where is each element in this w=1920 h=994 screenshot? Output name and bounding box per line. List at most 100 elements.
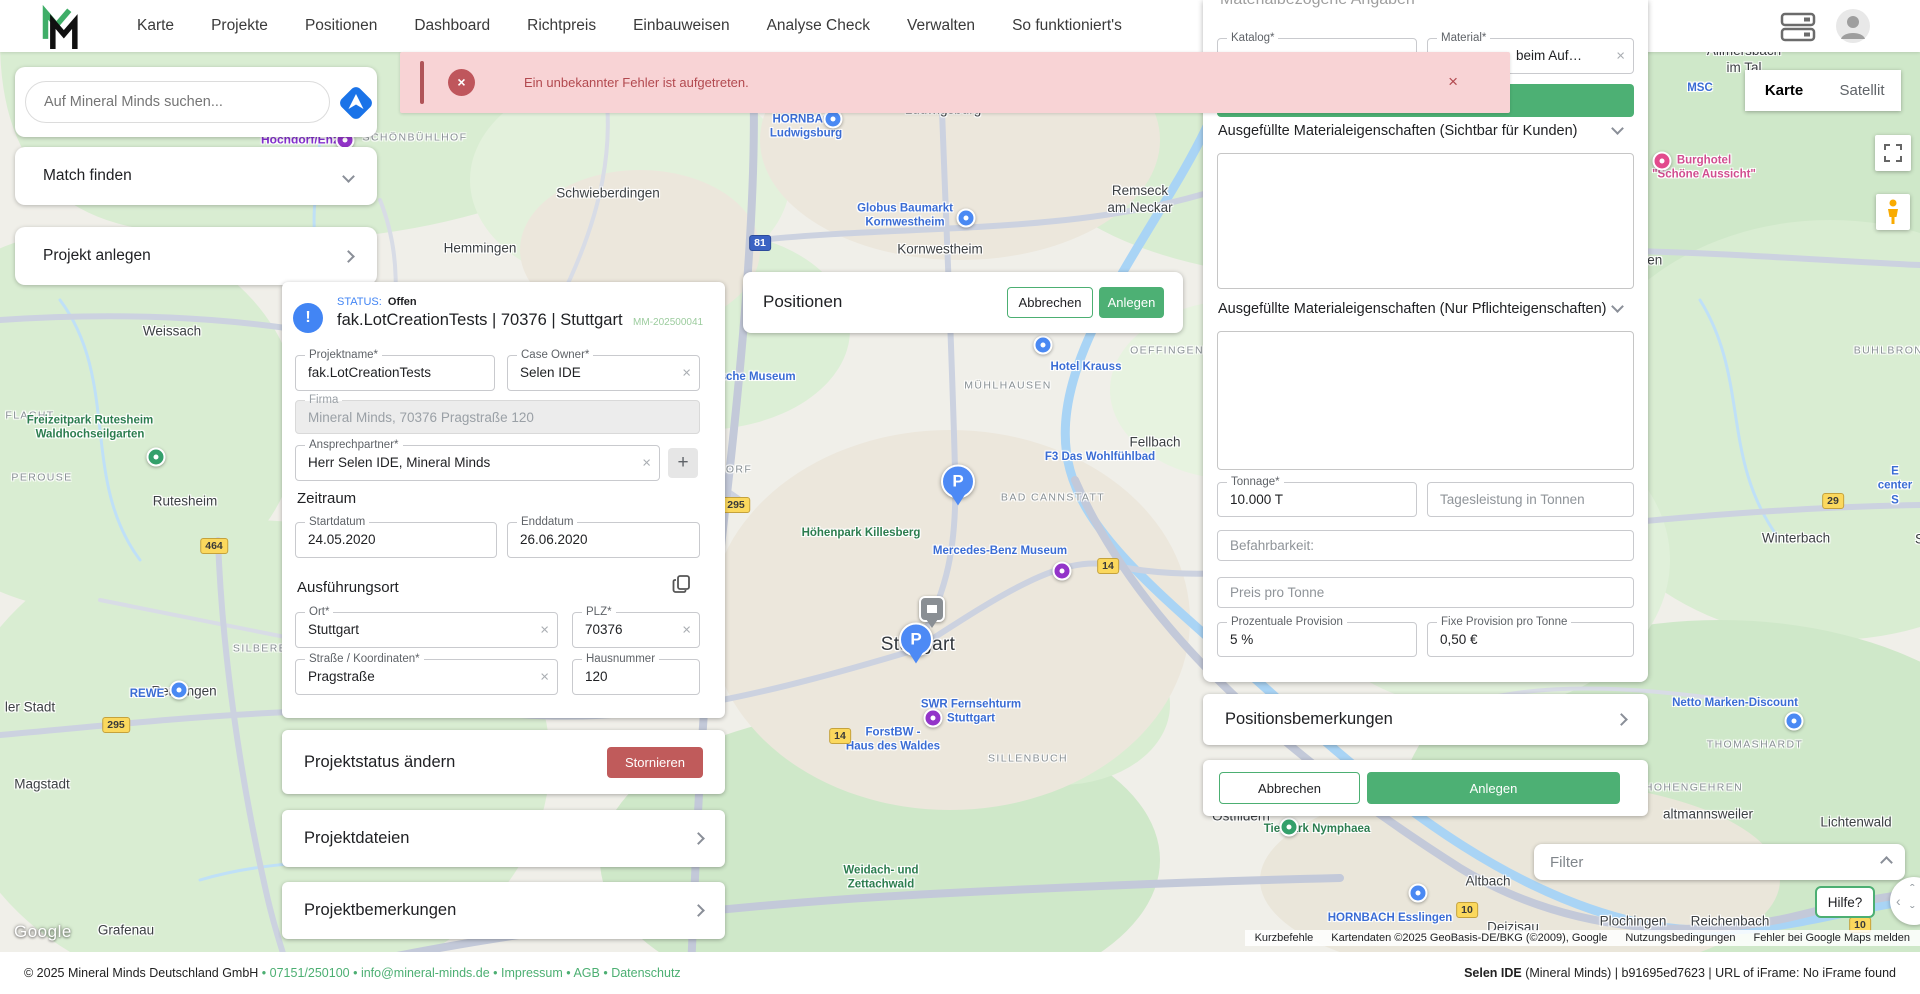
- projektstatus-label: Projektstatus ändern: [304, 753, 455, 772]
- nav-item-analyse-check[interactable]: Analyse Check: [767, 17, 870, 35]
- poi-marker[interactable]: [1280, 818, 1299, 837]
- poi-marker[interactable]: [170, 681, 189, 700]
- strasse-label: Straße / Koordinaten*: [305, 653, 424, 666]
- case-owner-field[interactable]: Case Owner* Selen IDE ×: [507, 355, 700, 391]
- footer-link[interactable]: •: [350, 966, 361, 980]
- footer-link[interactable]: •: [563, 966, 574, 980]
- ort-field[interactable]: Ort* Stuttgart ×: [295, 612, 558, 648]
- positionen-abbrechen-button[interactable]: Abbrechen: [1007, 287, 1093, 318]
- footer-link[interactable]: info@mineral-minds.de: [361, 966, 490, 980]
- search-input[interactable]: [25, 81, 330, 123]
- chevron-right-icon: [692, 832, 705, 845]
- clear-icon[interactable]: ×: [540, 622, 549, 639]
- nav-item-karte[interactable]: Karte: [137, 17, 174, 35]
- sichtbar-eigenschaften-box[interactable]: [1217, 153, 1634, 289]
- nav-item-einbauweisen[interactable]: Einbauweisen: [633, 17, 730, 35]
- poi-marker[interactable]: [1653, 152, 1672, 171]
- pegman-button[interactable]: [1876, 194, 1910, 230]
- poi-marker[interactable]: [1785, 712, 1804, 731]
- mineral-minds-logo-icon[interactable]: [40, 5, 84, 49]
- poi-marker[interactable]: [1409, 884, 1428, 903]
- navigate-diamond-icon[interactable]: [335, 82, 377, 124]
- material-abbrechen-button[interactable]: Abbrechen: [1219, 772, 1360, 804]
- firma-field: Firma Mineral Minds, 70376 Pragstraße 12…: [295, 400, 700, 434]
- pan-left-icon: ‹: [1896, 893, 1901, 909]
- chevron-right-icon: [342, 250, 355, 263]
- footer-link[interactable]: AGB: [573, 966, 599, 980]
- fullscreen-button[interactable]: [1875, 135, 1911, 171]
- map-type-karte[interactable]: Karte: [1745, 70, 1823, 111]
- projekt-anlegen-card[interactable]: Projekt anlegen: [15, 227, 377, 285]
- filter-input[interactable]: [1550, 854, 1882, 871]
- footer-link[interactable]: Impressum: [501, 966, 563, 980]
- poi-marker[interactable]: [1053, 562, 1072, 581]
- fixe-provision-field[interactable]: Fixe Provision pro Tonne 0,50 €: [1427, 622, 1634, 657]
- clear-icon[interactable]: ×: [682, 365, 691, 382]
- nav-item-projekte[interactable]: Projekte: [211, 17, 268, 35]
- projektname-field[interactable]: Projektname* fak.LotCreationTests: [295, 355, 495, 391]
- projektbemerkungen-card[interactable]: Projektbemerkungen: [282, 882, 725, 939]
- poi-marker[interactable]: [1034, 336, 1053, 355]
- error-close-icon[interactable]: ×: [1448, 72, 1458, 92]
- add-contact-button[interactable]: +: [668, 448, 698, 478]
- footer-link[interactable]: •: [258, 966, 269, 980]
- prozentuale-provision-field[interactable]: Prozentuale Provision 5 %: [1217, 622, 1417, 657]
- material-anlegen-button[interactable]: Anlegen: [1367, 772, 1620, 804]
- footer-link[interactable]: •: [490, 966, 501, 980]
- google-logo[interactable]: Google: [14, 922, 72, 942]
- clear-icon[interactable]: ×: [540, 669, 549, 686]
- startdatum-field[interactable]: Startdatum 24.05.2020: [295, 522, 497, 558]
- hilfe-button[interactable]: Hilfe?: [1815, 886, 1875, 918]
- map-type-satellit[interactable]: Satellit: [1823, 70, 1901, 111]
- nav-item-so-funktioniert-s[interactable]: So funktioniert's: [1012, 17, 1122, 35]
- hausnummer-field[interactable]: Hausnummer 120: [572, 659, 700, 695]
- project-id: MM-202500041: [633, 317, 703, 328]
- poi-marker[interactable]: [147, 448, 166, 467]
- clear-icon[interactable]: ×: [682, 622, 691, 639]
- poi-marker[interactable]: [957, 209, 976, 228]
- parking-pin[interactable]: P: [899, 623, 933, 664]
- clear-icon[interactable]: ×: [1616, 48, 1625, 65]
- enddatum-field[interactable]: Enddatum 26.06.2020: [507, 522, 700, 558]
- positionen-anlegen-button[interactable]: Anlegen: [1099, 287, 1164, 318]
- befahrbarkeit-field[interactable]: Befahrbarkeit:: [1217, 530, 1634, 561]
- chevron-down-icon[interactable]: [1611, 122, 1624, 135]
- tagesleistung-placeholder: Tagesleistung in Tonnen: [1428, 483, 1633, 517]
- attribution-link[interactable]: Kurzbefehle: [1255, 932, 1314, 944]
- nav-item-positionen[interactable]: Positionen: [305, 17, 377, 35]
- status-label: STATUS:: [337, 296, 382, 308]
- clear-icon[interactable]: ×: [642, 455, 651, 472]
- parking-pin[interactable]: P: [941, 465, 975, 506]
- projektdateien-card[interactable]: Projektdateien: [282, 810, 725, 867]
- ort-label: Ort*: [305, 606, 333, 619]
- card-reader-icon[interactable]: [1780, 12, 1816, 42]
- footer-link[interactable]: 07151/250100: [270, 966, 350, 980]
- positionsbemerkungen-card[interactable]: Positionsbemerkungen: [1203, 694, 1648, 745]
- tagesleistung-field[interactable]: Tagesleistung in Tonnen: [1427, 482, 1634, 517]
- projektdateien-label: Projektdateien: [304, 829, 410, 848]
- chevron-down-icon[interactable]: [1611, 300, 1624, 313]
- material-panel-heading: Materialbezogene Angaben: [1220, 0, 1415, 9]
- poi-marker[interactable]: [924, 709, 943, 728]
- plz-field[interactable]: PLZ* 70376 ×: [572, 612, 700, 648]
- ansprechpartner-field[interactable]: Ansprechpartner* Herr Selen IDE, Mineral…: [295, 445, 660, 481]
- user-avatar-icon[interactable]: [1836, 9, 1870, 43]
- chevron-up-icon[interactable]: [1880, 856, 1893, 869]
- match-finden-card[interactable]: Match finden: [15, 147, 377, 205]
- footer-link[interactable]: Datenschutz: [611, 966, 680, 980]
- preis-pro-tonne-field[interactable]: Preis pro Tonne: [1217, 577, 1634, 608]
- copy-icon[interactable]: [672, 574, 692, 594]
- nav-item-richtpreis[interactable]: Richtpreis: [527, 17, 596, 35]
- footer-link[interactable]: •: [600, 966, 611, 980]
- stornieren-button[interactable]: Stornieren: [607, 747, 703, 778]
- search-card: [15, 67, 377, 137]
- building-marker[interactable]: [919, 596, 945, 628]
- projektstatus-card: Projektstatus ändern Stornieren: [282, 730, 725, 794]
- nav-item-verwalten[interactable]: Verwalten: [907, 17, 975, 35]
- attribution-link[interactable]: Fehler bei Google Maps melden: [1753, 932, 1910, 944]
- attribution-link[interactable]: Nutzungsbedingungen: [1625, 932, 1735, 944]
- pflicht-eigenschaften-box[interactable]: [1217, 331, 1634, 470]
- tonnage-field[interactable]: Tonnage* 10.000 T: [1217, 482, 1417, 517]
- nav-item-dashboard[interactable]: Dashboard: [414, 17, 490, 35]
- strasse-field[interactable]: Straße / Koordinaten* Pragstraße ×: [295, 659, 558, 695]
